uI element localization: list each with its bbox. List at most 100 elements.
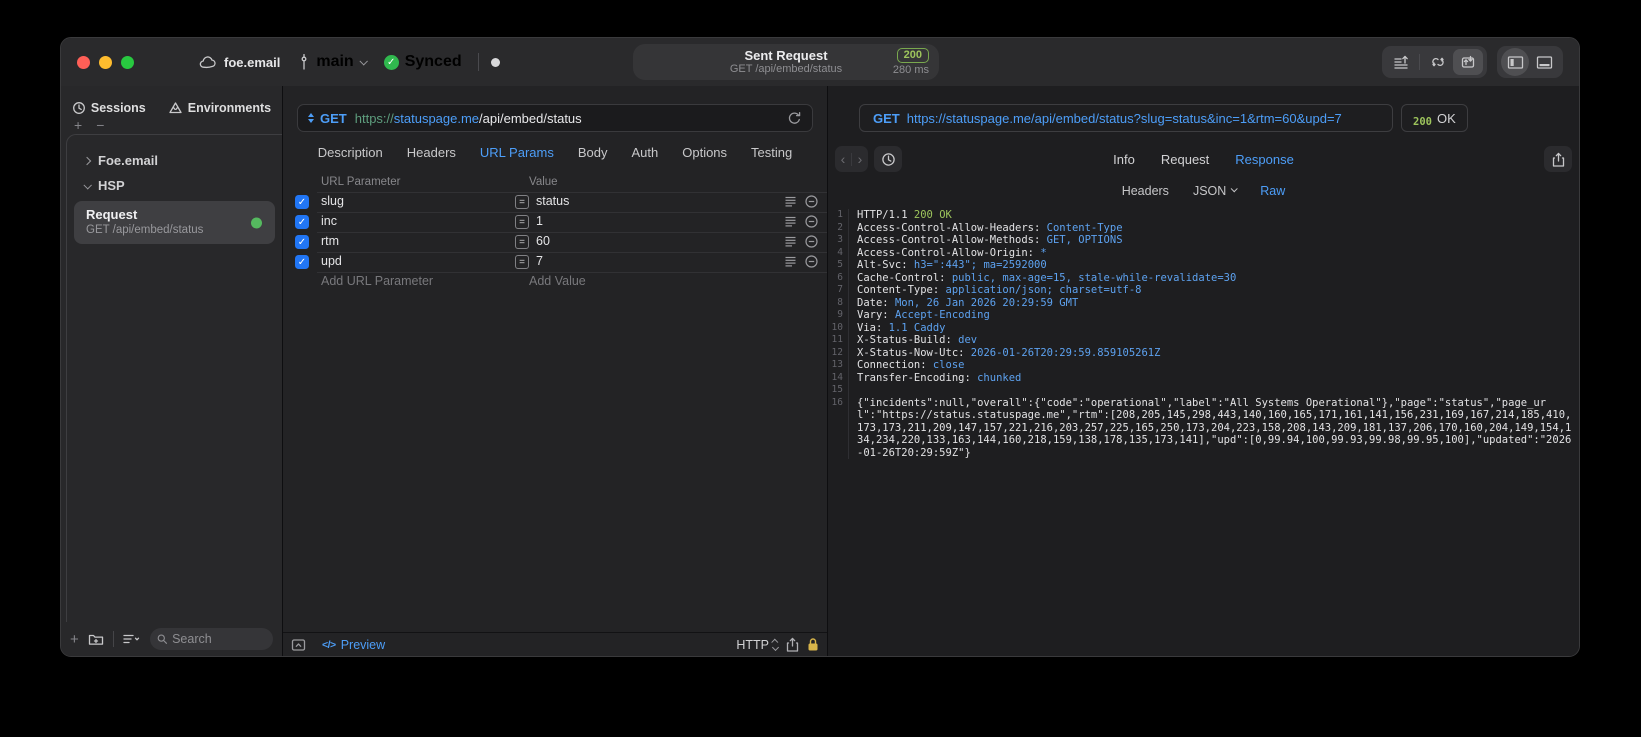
search-input[interactable] [172,632,266,646]
row-menu-button[interactable] [785,196,796,210]
sent-request-title: Sent Request [744,48,828,63]
minimize-button[interactable] [99,55,112,69]
toggle-left-sidebar-button[interactable] [1501,48,1529,76]
param-name-field[interactable]: rtm [321,234,339,248]
history-back-button[interactable]: ‹ [835,147,851,171]
row-delete-button[interactable] [805,195,818,211]
response-viewer: GET https://statuspage.me/api/embed/statu… [828,86,1579,656]
tab-environments[interactable]: Environments [168,98,271,118]
sync-status[interactable]: ✓ Synced [383,53,462,71]
response-subtab-json[interactable]: JSON [1193,184,1239,198]
response-line: 16 {"incidents":null,"overall":{"code":"o… [828,396,1579,459]
editor-tab-body[interactable]: Body [578,145,608,160]
response-line: 11 X-Status-Build: dev [828,334,1579,347]
param-value-field[interactable]: 7 [536,254,543,268]
response-line: 12 X-Status-Now-Utc: 2026-01-26T20:29:59.… [828,346,1579,359]
row-delete-button[interactable] [805,235,818,251]
preview-button[interactable]: </> Preview [322,638,385,652]
reorder-lines-icon [785,256,796,267]
share-icon[interactable] [786,637,799,652]
remove-session-button[interactable]: − [96,118,104,134]
sync-box-button[interactable] [1453,49,1483,75]
protocol-select[interactable]: HTTP [736,638,780,652]
line-number: 10 [828,321,849,334]
param-value-field[interactable]: 1 [536,214,543,228]
method-stepper-icon[interactable] [308,113,314,123]
param-value-field[interactable]: 60 [536,234,550,248]
method-select[interactable]: GET [320,111,347,126]
response-raw-view[interactable]: 1 HTTP/1.1 200 OK 2 Access-Control-Allow-He… [828,209,1579,656]
tree-group-foe-email[interactable]: Foe.email [67,148,282,173]
toolbar-segment-left [1382,46,1487,78]
new-folder-icon[interactable] [88,632,104,646]
request-list-item-selected[interactable]: Request GET /api/embed/status [74,201,275,244]
tree-group-hsp[interactable]: HSP [67,173,282,198]
line-number: 4 [828,246,849,259]
equals-icon: = [515,215,529,229]
remove-row-icon [805,195,818,208]
history-clock-button[interactable] [874,146,902,172]
editor-tab-options[interactable]: Options [682,145,727,160]
param-name-field[interactable]: slug [321,194,344,208]
param-row-inc: ✓ inc = 1 [283,212,827,232]
history-forward-button[interactable]: › [852,147,868,171]
editor-tab-url-params[interactable]: URL Params [480,145,554,160]
zoom-button[interactable] [121,55,134,69]
unsaved-indicator-dot [490,57,500,67]
url-host: statuspage.me [393,110,480,126]
param-enabled-checkbox[interactable]: ✓ [295,195,309,209]
row-delete-button[interactable] [805,215,818,231]
param-enabled-checkbox[interactable]: ✓ [295,235,309,249]
toggle-bottom-panel-button[interactable] [1529,49,1559,75]
param-enabled-checkbox[interactable]: ✓ [295,255,309,269]
export-response-button[interactable] [1544,146,1572,172]
response-subtab-raw[interactable]: Raw [1260,184,1285,198]
editor-tab-description[interactable]: Description [318,145,383,160]
row-menu-button[interactable] [785,216,796,230]
add-request-button[interactable]: + [70,632,79,647]
editor-tab-testing[interactable]: Testing [751,145,792,160]
url-input[interactable]: https://statuspage.me/api/embed/status [355,111,787,126]
param-value-field[interactable]: status [536,194,569,208]
project-selector[interactable]: foe.email [199,55,280,70]
response-subtab-headers[interactable]: Headers [1122,184,1169,198]
sent-request-pill[interactable]: Sent Request GET /api/embed/status 200 2… [633,44,939,80]
link-loop-button[interactable] [1423,49,1453,75]
response-status-box: 200 OK [1401,104,1468,132]
response-tab-response[interactable]: Response [1235,152,1294,167]
refresh-icon[interactable] [787,111,802,126]
response-line: 10 Via: 1.1 Caddy [828,321,1579,334]
sent-url-display[interactable]: GET https://statuspage.me/api/embed/statu… [859,104,1393,132]
send-request-button[interactable] [1386,49,1416,75]
request-item-subtitle: GET /api/embed/status [86,224,204,236]
url-bar[interactable]: GET https://statuspage.me/api/embed/stat… [297,104,813,132]
param-name-field[interactable]: upd [321,254,342,268]
chevron-down-icon [83,180,92,190]
lock-icon[interactable] [807,637,819,652]
search-field[interactable] [149,628,273,650]
response-tab-request[interactable]: Request [1161,152,1209,167]
code-icon: </> [322,638,336,651]
add-param-value-placeholder[interactable]: Add Value [529,274,586,288]
response-tab-info[interactable]: Info [1113,152,1135,167]
param-name-field[interactable]: inc [321,214,337,228]
branch-selector[interactable]: main [298,53,368,71]
row-menu-button[interactable] [785,236,796,250]
tab-sessions[interactable]: Sessions [72,98,146,118]
close-button[interactable] [77,55,90,69]
param-enabled-checkbox[interactable]: ✓ [295,215,309,229]
reveal-panel-icon[interactable] [291,638,306,652]
toolbar-segment-right [1497,46,1563,78]
reorder-lines-icon [785,236,796,247]
row-delete-button[interactable] [805,255,818,271]
sync-check-icon: ✓ [383,54,399,70]
add-param-name-placeholder[interactable]: Add URL Parameter [321,274,433,288]
response-line: 2 Access-Control-Allow-Headers: Content-T… [828,221,1579,234]
sort-list-icon[interactable] [123,633,141,645]
remove-row-icon [805,215,818,228]
add-session-button[interactable]: + [74,118,82,134]
editor-tab-headers[interactable]: Headers [407,145,456,160]
param-add-row[interactable]: Add URL Parameter Add Value [283,272,827,292]
row-menu-button[interactable] [785,256,796,270]
editor-tab-auth[interactable]: Auth [631,145,658,160]
